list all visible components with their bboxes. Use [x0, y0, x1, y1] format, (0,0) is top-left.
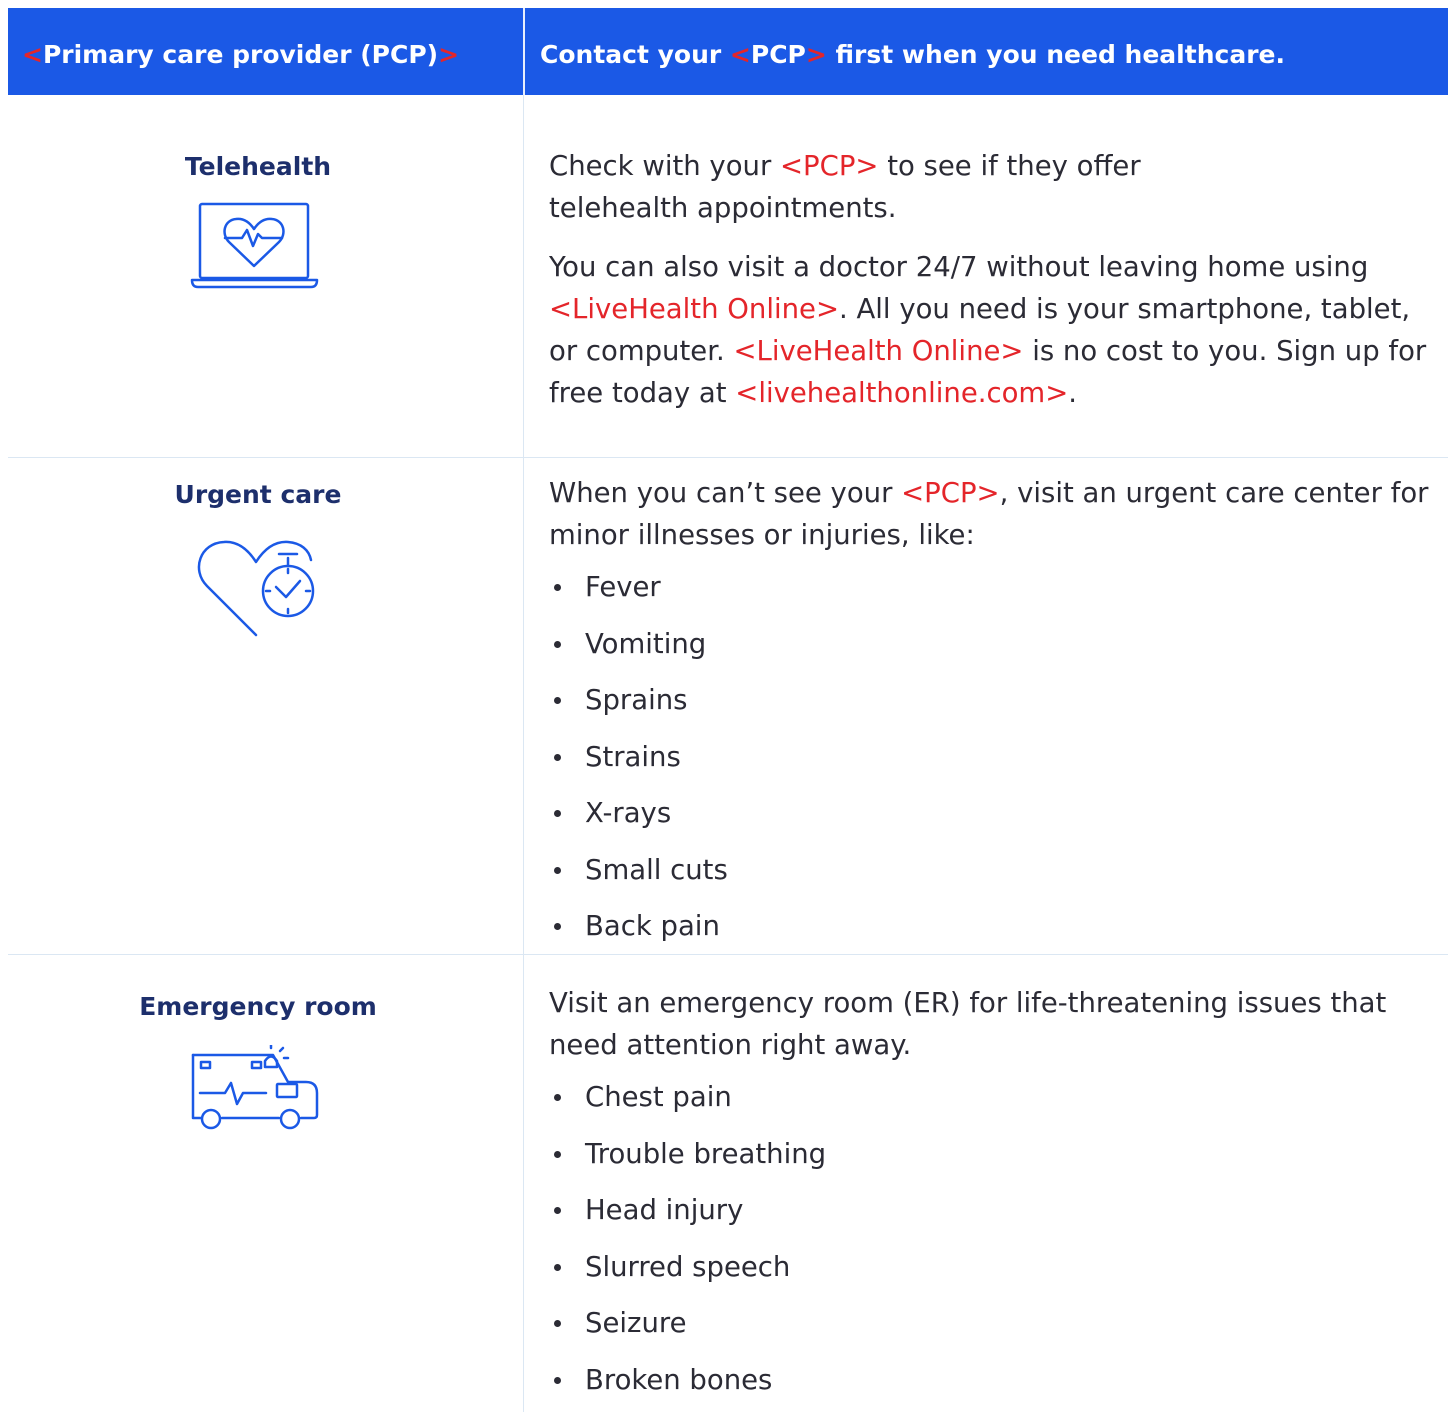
row-divider	[8, 954, 1448, 955]
bullet-icon	[554, 923, 561, 930]
urgent-care-title: Urgent care	[8, 480, 508, 509]
emergency-intro: Visit an emergency room (ER) for life-th…	[549, 982, 1434, 1066]
header-left-label: Primary care provider (PCP)	[43, 40, 438, 69]
list-item: Trouble breathing	[549, 1133, 826, 1190]
header-divider	[523, 8, 525, 95]
list-item-text: Seizure	[585, 1307, 687, 1339]
placeholder-open-mark: <	[22, 40, 43, 69]
header-right-text-after: first when you need healthcare.	[827, 40, 1285, 69]
brand-placeholder: <LiveHealth Online>	[733, 335, 1023, 367]
list-item: Strains	[549, 736, 728, 793]
bullet-icon	[554, 641, 561, 648]
url-placeholder: <livehealthonline.com>	[735, 377, 1068, 409]
text-span: You can also visit a doctor 24/7 without…	[549, 251, 1368, 283]
bullet-icon	[554, 1207, 561, 1214]
header-right-pcp: PCP	[751, 40, 806, 69]
list-item-text: Head injury	[585, 1194, 743, 1226]
list-item-text: Fever	[585, 571, 661, 603]
list-item-text: Chest pain	[585, 1081, 732, 1113]
list-item-text: Trouble breathing	[585, 1138, 826, 1170]
bullet-icon	[554, 867, 561, 874]
bullet-icon	[554, 584, 561, 591]
list-item: Chest pain	[549, 1076, 826, 1133]
row-divider	[8, 457, 1448, 458]
brand-placeholder: <LiveHealth Online>	[549, 293, 839, 325]
list-item-text: Slurred speech	[585, 1251, 790, 1283]
list-item: X-rays	[549, 792, 728, 849]
list-item-text: X-rays	[585, 797, 671, 829]
text-span: Check with your	[549, 150, 780, 182]
list-item: Fever	[549, 566, 728, 623]
list-item: Head injury	[549, 1189, 826, 1246]
laptop-heart-pulse-icon	[190, 200, 320, 292]
header-left-cell: <Primary care provider (PCP)>	[22, 8, 459, 95]
text-span: When you can’t see your	[549, 477, 901, 509]
bullet-icon	[554, 1264, 561, 1271]
list-item: Back pain	[549, 905, 728, 962]
list-item-text: Back pain	[585, 910, 720, 942]
urgent-care-list: Fever Vomiting Sprains Strains X-rays Sm…	[549, 566, 728, 962]
emergency-room-title: Emergency room	[8, 992, 508, 1021]
bullet-icon	[554, 1151, 561, 1158]
list-item: Sprains	[549, 679, 728, 736]
list-item: Broken bones	[549, 1359, 826, 1415]
bullet-icon	[554, 1377, 561, 1384]
pcp-placeholder: <PCP>	[780, 150, 878, 182]
bullet-icon	[554, 810, 561, 817]
bullet-icon	[554, 1094, 561, 1101]
bullet-icon	[554, 754, 561, 761]
pcp-placeholder: <PCP>	[901, 477, 999, 509]
placeholder-close-mark: >	[438, 40, 459, 69]
urgent-care-intro: When you can’t see your <PCP>, visit an …	[549, 472, 1434, 556]
placeholder-open-mark: <	[730, 40, 751, 69]
list-item: Vomiting	[549, 623, 728, 680]
header-right-text-before: Contact your	[540, 40, 730, 69]
list-item: Small cuts	[549, 849, 728, 906]
table-header: <Primary care provider (PCP)> Contact yo…	[8, 8, 1448, 95]
placeholder-close-mark: >	[806, 40, 827, 69]
list-item-text: Sprains	[585, 684, 687, 716]
list-item-text: Strains	[585, 741, 681, 773]
list-item: Seizure	[549, 1302, 826, 1359]
emergency-list: Chest pain Trouble breathing Head injury…	[549, 1076, 826, 1415]
list-item-text: Small cuts	[585, 854, 728, 886]
telehealth-livehealth-paragraph: You can also visit a doctor 24/7 without…	[549, 246, 1434, 414]
telehealth-title: Telehealth	[8, 152, 508, 181]
bullet-icon	[554, 697, 561, 704]
bullet-icon	[554, 1320, 561, 1327]
column-divider	[523, 95, 524, 1412]
header-right-cell: Contact your <PCP> first when you need h…	[540, 8, 1285, 95]
list-item: Slurred speech	[549, 1246, 826, 1303]
telehealth-pcp-paragraph: Check with your <PCP> to see if they off…	[549, 145, 1169, 229]
list-item-text: Broken bones	[585, 1364, 772, 1396]
heart-stopwatch-icon	[190, 540, 320, 640]
ambulance-icon	[190, 1045, 320, 1131]
text-span: .	[1068, 377, 1077, 409]
list-item-text: Vomiting	[585, 628, 706, 660]
